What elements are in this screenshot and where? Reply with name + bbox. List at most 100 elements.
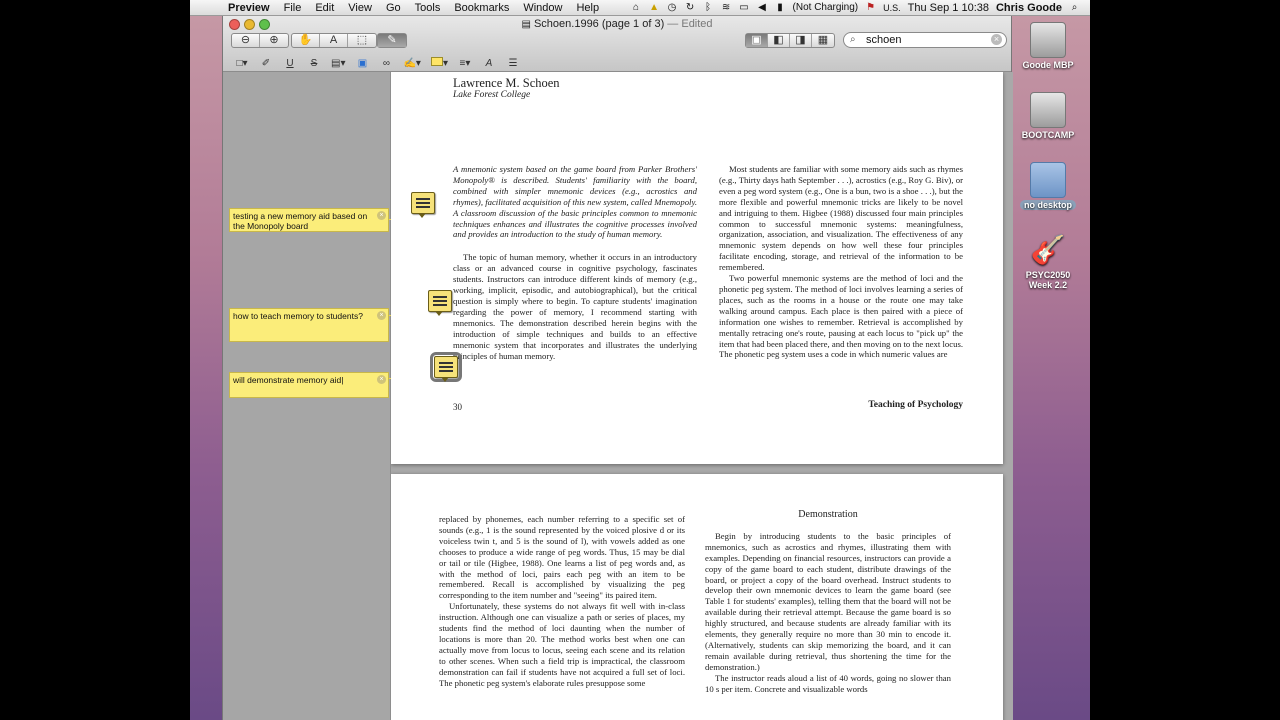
page-number: 30 — [453, 402, 462, 412]
note-item[interactable]: will demonstrate memory aid| × — [229, 372, 389, 398]
paragraph: Most students are familiar with some mem… — [719, 164, 963, 273]
view-mode-controls: ▣ ◧ ◨ ▦ — [745, 33, 835, 48]
highlight-pen-icon[interactable]: ✐ — [259, 58, 273, 69]
wifi-icon[interactable]: ≋ — [721, 2, 732, 13]
battery-status[interactable]: (Not Charging) — [793, 2, 859, 13]
link-icon[interactable]: ∞ — [379, 58, 393, 69]
tool-controls: ✋ A ⬚ — [291, 33, 377, 48]
paragraph: Two powerful mnemonic systems are the me… — [719, 273, 963, 360]
left-column: replaced by phonemes, each number referr… — [439, 514, 685, 689]
note-annotation-icon[interactable] — [430, 352, 462, 382]
desktop-icon-bootcamp[interactable]: BOOTCAMP — [1008, 92, 1088, 140]
zoom-controls: ⊖ ⊕ — [231, 33, 289, 48]
warning-icon[interactable]: ▲ — [649, 2, 660, 13]
paragraph: The topic of human memory, whether it oc… — [453, 252, 697, 361]
note-icon[interactable]: ▣ — [355, 58, 369, 69]
battery-icon[interactable]: ▮ — [775, 2, 786, 13]
signature-icon[interactable]: ✍▾ — [403, 58, 420, 69]
bank-icon[interactable]: ⌂ — [631, 2, 642, 13]
desktop-icon-goode-mbp[interactable]: Goode MBP — [1008, 22, 1088, 70]
rect-select-icon[interactable]: ⬚ — [348, 34, 376, 47]
search-value: schoen — [866, 34, 902, 46]
desktop-icon-label: PSYC2050 Week 2.2 — [1025, 270, 1071, 290]
screen: Preview File Edit View Go Tools Bookmark… — [190, 0, 1090, 720]
hard-drive-icon — [1030, 92, 1066, 128]
text-select-icon[interactable]: A — [320, 34, 348, 47]
note-text: how to teach memory to students? — [233, 311, 363, 321]
zoom-in-icon[interactable]: ⊕ — [260, 34, 288, 47]
text-box-icon[interactable]: ▤▾ — [331, 58, 345, 69]
note-annotation-icon[interactable] — [411, 192, 435, 218]
annotations-toolbar: □▾ ✐ U S ▤▾ ▣ ∞ ✍▾ ▾ ≡▾ A ☰ — [223, 54, 1011, 72]
right-column: Most students are familiar with some mem… — [719, 164, 963, 360]
desktop-icon-label: Goode MBP — [1022, 60, 1074, 70]
right-column: Demonstration Begin by introducing stude… — [705, 509, 951, 695]
note-text: testing a new memory aid based on the Mo… — [233, 211, 368, 231]
paragraph: Begin by introducing students to the bas… — [705, 530, 951, 672]
paragraph: The instructor reads aloud a list of 40 … — [705, 672, 951, 694]
annotate-pencil-icon[interactable]: ✎ — [378, 34, 406, 47]
spotlight-icon[interactable]: ⌕ — [1069, 2, 1080, 13]
left-column: A mnemonic system based on the game boar… — [453, 164, 697, 361]
desktop-icon-psyc2050[interactable]: 🎸 PSYC2050 Week 2.2 — [1008, 232, 1088, 290]
note-item[interactable]: testing a new memory aid based on the Mo… — [229, 208, 389, 232]
note-close-icon[interactable]: × — [377, 375, 386, 384]
input-source[interactable]: U.S. — [883, 3, 901, 13]
window-titlebar: ▤ Schoen.1996 (page 1 of 3) — Edited ⊖ ⊕… — [223, 16, 1011, 72]
clear-search-icon[interactable]: × — [991, 34, 1002, 45]
flag-icon[interactable]: ⚑ — [865, 2, 876, 13]
menu-go[interactable]: Go — [386, 2, 401, 14]
table-of-contents-icon[interactable]: ◨ — [790, 34, 812, 47]
search-field[interactable]: ⌕ schoen × — [843, 32, 1007, 48]
display-icon[interactable]: ▭ — [739, 2, 750, 13]
preview-window: ▤ Schoen.1996 (page 1 of 3) — Edited ⊖ ⊕… — [222, 16, 1013, 720]
list-icon[interactable]: ☰ — [506, 58, 520, 69]
content-only-icon[interactable]: ▣ — [746, 34, 768, 47]
note-annotation-icon[interactable] — [428, 290, 452, 316]
rectangle-shape-icon[interactable]: □▾ — [235, 58, 249, 69]
menu-view[interactable]: View — [348, 2, 372, 14]
affiliation: Lake Forest College — [453, 90, 531, 100]
page-2: replaced by phonemes, each number referr… — [391, 474, 1003, 720]
contact-sheet-icon[interactable]: ▦ — [812, 34, 834, 47]
bluetooth-icon[interactable]: ᛒ — [703, 2, 714, 13]
document-view[interactable]: Lawrence M. Schoen Lake Forest College A… — [391, 72, 1013, 720]
desktop-icon-label: no desktop — [1019, 200, 1076, 210]
menu-file[interactable]: File — [284, 2, 302, 14]
abstract: A mnemonic system based on the game boar… — [453, 164, 697, 240]
notes-sidebar: testing a new memory aid based on the Mo… — [223, 72, 439, 720]
section-heading: Demonstration — [798, 509, 858, 520]
annotate-toggle: ✎ — [377, 33, 407, 48]
move-tool-icon[interactable]: ✋ — [292, 34, 320, 47]
zoom-out-icon[interactable]: ⊖ — [232, 34, 260, 47]
note-close-icon[interactable]: × — [377, 311, 386, 320]
time-machine-icon[interactable]: ◷ — [667, 2, 678, 13]
page-1: Lawrence M. Schoen Lake Forest College A… — [391, 72, 1003, 464]
font-icon[interactable]: A — [482, 58, 496, 69]
clock[interactable]: Thu Sep 1 10:38 — [908, 2, 989, 14]
folder-icon — [1030, 162, 1066, 198]
volume-icon[interactable]: ◀ — [757, 2, 768, 13]
user-name[interactable]: Chris Goode — [996, 2, 1062, 14]
note-close-icon[interactable]: × — [377, 211, 386, 220]
menu-help[interactable]: Help — [576, 2, 599, 14]
menu-tools[interactable]: Tools — [415, 2, 441, 14]
search-icon: ⌕ — [850, 34, 856, 45]
menu-edit[interactable]: Edit — [315, 2, 334, 14]
color-swatch-icon[interactable]: ▾ — [430, 57, 448, 69]
menu-window[interactable]: Window — [523, 2, 562, 14]
menu-app-name[interactable]: Preview — [228, 2, 270, 14]
note-item[interactable]: how to teach memory to students? × — [229, 308, 389, 342]
menu-extras: ⌂ ▲ ◷ ↻ ᛒ ≋ ▭ ◀ ▮ (Not Charging) ⚑ U.S. … — [631, 2, 1090, 14]
menu-bookmarks[interactable]: Bookmarks — [454, 2, 509, 14]
paragraph: replaced by phonemes, each number referr… — [439, 514, 685, 601]
window-title: ▤ Schoen.1996 (page 1 of 3) — Edited — [223, 18, 1011, 30]
desktop-icon-no-desktop[interactable]: no desktop — [1008, 162, 1088, 210]
thumbnails-icon[interactable]: ◧ — [768, 34, 790, 47]
strikethrough-icon[interactable]: S — [307, 58, 321, 69]
document-icon: ▤ — [521, 19, 531, 30]
line-style-icon[interactable]: ≡▾ — [458, 58, 472, 69]
underline-icon[interactable]: U — [283, 58, 297, 69]
sync-icon[interactable]: ↻ — [685, 2, 696, 13]
note-text: will demonstrate memory aid — [233, 375, 342, 385]
